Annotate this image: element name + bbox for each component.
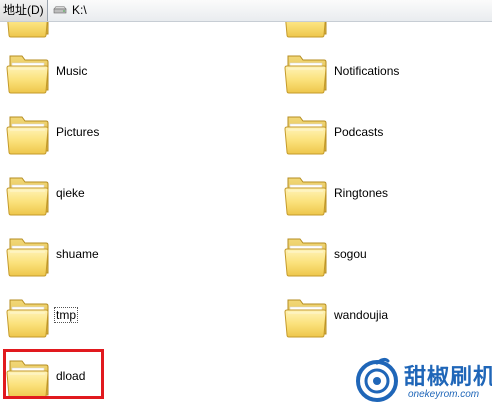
folder-icon (278, 22, 338, 42)
folder-icon (278, 290, 338, 342)
item-label: Pictures (56, 125, 100, 139)
item-label: tmp (53, 307, 79, 323)
folder-icon (278, 46, 338, 98)
pepper-logo-icon (356, 357, 398, 402)
item-label: Podcasts (334, 125, 384, 139)
folder-icon (0, 229, 60, 281)
folder-icon (0, 168, 60, 220)
watermark: 甜椒刷机 onekeyrom.com (354, 355, 492, 411)
item-label: Notifications (334, 64, 400, 78)
folder-icon (0, 46, 60, 98)
item-label: qieke (56, 186, 85, 200)
folder-icon (278, 107, 338, 159)
folder-icon (0, 107, 60, 159)
folder-list: Music Notifications Pictures Podcasts qi… (0, 22, 492, 414)
folder-icon (0, 22, 60, 42)
item-label: Music (56, 64, 88, 78)
folder-icon (0, 290, 60, 342)
item-label: sogou (334, 247, 367, 261)
folder-icon (278, 229, 338, 281)
address-path[interactable]: K:\ (72, 0, 87, 21)
address-bar: 地址(D) K:\ (0, 0, 492, 22)
item-label: shuame (56, 247, 99, 261)
watermark-name: 甜椒刷机 (404, 365, 492, 390)
drive-icon (53, 6, 67, 14)
highlight-box (3, 349, 104, 399)
item-label: Ringtones (334, 186, 389, 200)
item-label: wandoujia (334, 308, 389, 322)
address-label[interactable]: 地址(D) (0, 0, 48, 21)
watermark-url: onekeyrom.com (408, 389, 480, 400)
folder-icon (278, 168, 338, 220)
